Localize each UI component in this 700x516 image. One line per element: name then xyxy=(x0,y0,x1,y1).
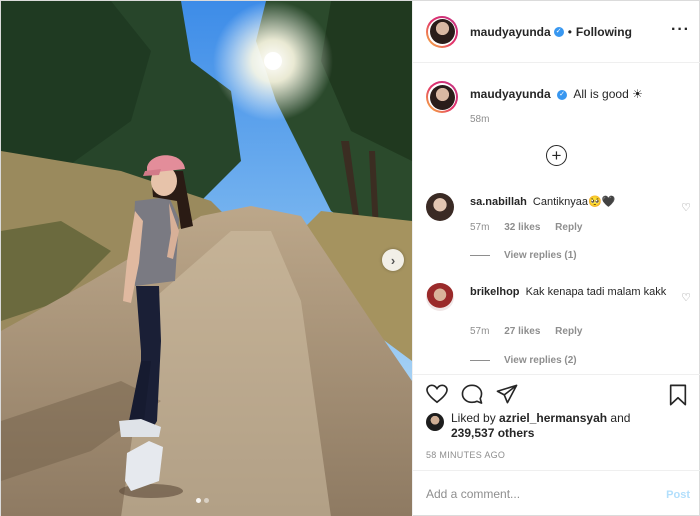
verified-badge-icon: ✓ xyxy=(553,26,564,37)
comment-input[interactable] xyxy=(426,487,646,501)
comment-text: Kak kenapa tadi malam kakk xyxy=(525,286,667,298)
caption-text: All is good ☀ xyxy=(573,87,643,101)
view-replies-label: View replies (2) xyxy=(504,355,577,366)
heart-icon[interactable] xyxy=(426,384,448,407)
plus-circle-icon[interactable]: + xyxy=(546,145,567,166)
author-avatar[interactable] xyxy=(426,15,458,48)
comment-heart-icon[interactable]: ♡ xyxy=(681,291,691,304)
comment-likes[interactable]: 32 likes xyxy=(504,222,540,233)
comment-time: 57m xyxy=(470,222,490,233)
post-modal: › maudyayunda ✓ • Following ··· maudyayu… xyxy=(0,0,700,516)
caption-username[interactable]: maudyayunda xyxy=(470,87,551,101)
comment-username[interactable]: sa.nabillah xyxy=(470,196,527,208)
next-photo-button[interactable]: › xyxy=(382,249,404,271)
view-replies-button[interactable]: View replies (1) xyxy=(470,250,577,261)
header-separator: • xyxy=(567,24,572,39)
liked-by-and: and xyxy=(607,411,631,425)
view-replies-label: View replies (1) xyxy=(504,250,577,261)
liker-avatar[interactable] xyxy=(426,413,444,431)
post-caption: maudyayunda ✓ All is good ☀ 58m xyxy=(426,81,643,125)
chevron-right-icon: › xyxy=(390,252,396,268)
post-photo[interactable]: › xyxy=(1,1,412,516)
reply-button[interactable]: Reply xyxy=(555,326,582,337)
send-icon[interactable] xyxy=(496,384,518,407)
comment-username[interactable]: brikelhop xyxy=(470,286,520,298)
following-button[interactable]: Following xyxy=(576,25,632,39)
comment-avatar[interactable] xyxy=(426,193,454,221)
photo-scene xyxy=(1,1,412,516)
comment-time: 57m xyxy=(470,326,490,337)
liked-by-prefix: Liked by xyxy=(451,411,500,425)
reply-button[interactable]: Reply xyxy=(555,222,582,233)
author-username[interactable]: maudyayunda xyxy=(470,25,551,39)
likes-count[interactable]: 239,537 others xyxy=(451,426,534,440)
comment-avatar[interactable] xyxy=(426,283,454,311)
post-timestamp[interactable]: 58 MINUTES AGO xyxy=(426,450,505,460)
carousel-dot xyxy=(204,498,209,503)
comment-likes[interactable]: 27 likes xyxy=(504,326,540,337)
post-comment-button[interactable]: Post xyxy=(666,489,690,501)
post-header: maudyayunda ✓ • Following ··· xyxy=(413,1,700,63)
post-side-panel: maudyayunda ✓ • Following ··· maudyayund… xyxy=(412,1,700,516)
caption-time: 58m xyxy=(470,114,490,125)
bookmark-icon[interactable] xyxy=(668,384,688,409)
view-replies-button[interactable]: View replies (2) xyxy=(470,355,577,366)
carousel-dot-active xyxy=(196,498,201,503)
comment-text: Cantiknyaa🥺🖤 xyxy=(532,196,616,208)
verified-badge-icon: ✓ xyxy=(557,89,568,100)
more-horizontal-icon[interactable]: ··· xyxy=(671,21,690,39)
liker-username[interactable]: azriel_hermansyah xyxy=(499,411,607,425)
likes-summary: Liked by azriel_hermansyah and 239,537 o… xyxy=(426,411,630,441)
caption-avatar[interactable] xyxy=(426,81,458,113)
action-bar xyxy=(413,374,700,408)
comment-icon[interactable] xyxy=(461,384,483,407)
add-comment-bar: Post xyxy=(413,470,700,516)
comment-heart-icon[interactable]: ♡ xyxy=(681,201,691,214)
